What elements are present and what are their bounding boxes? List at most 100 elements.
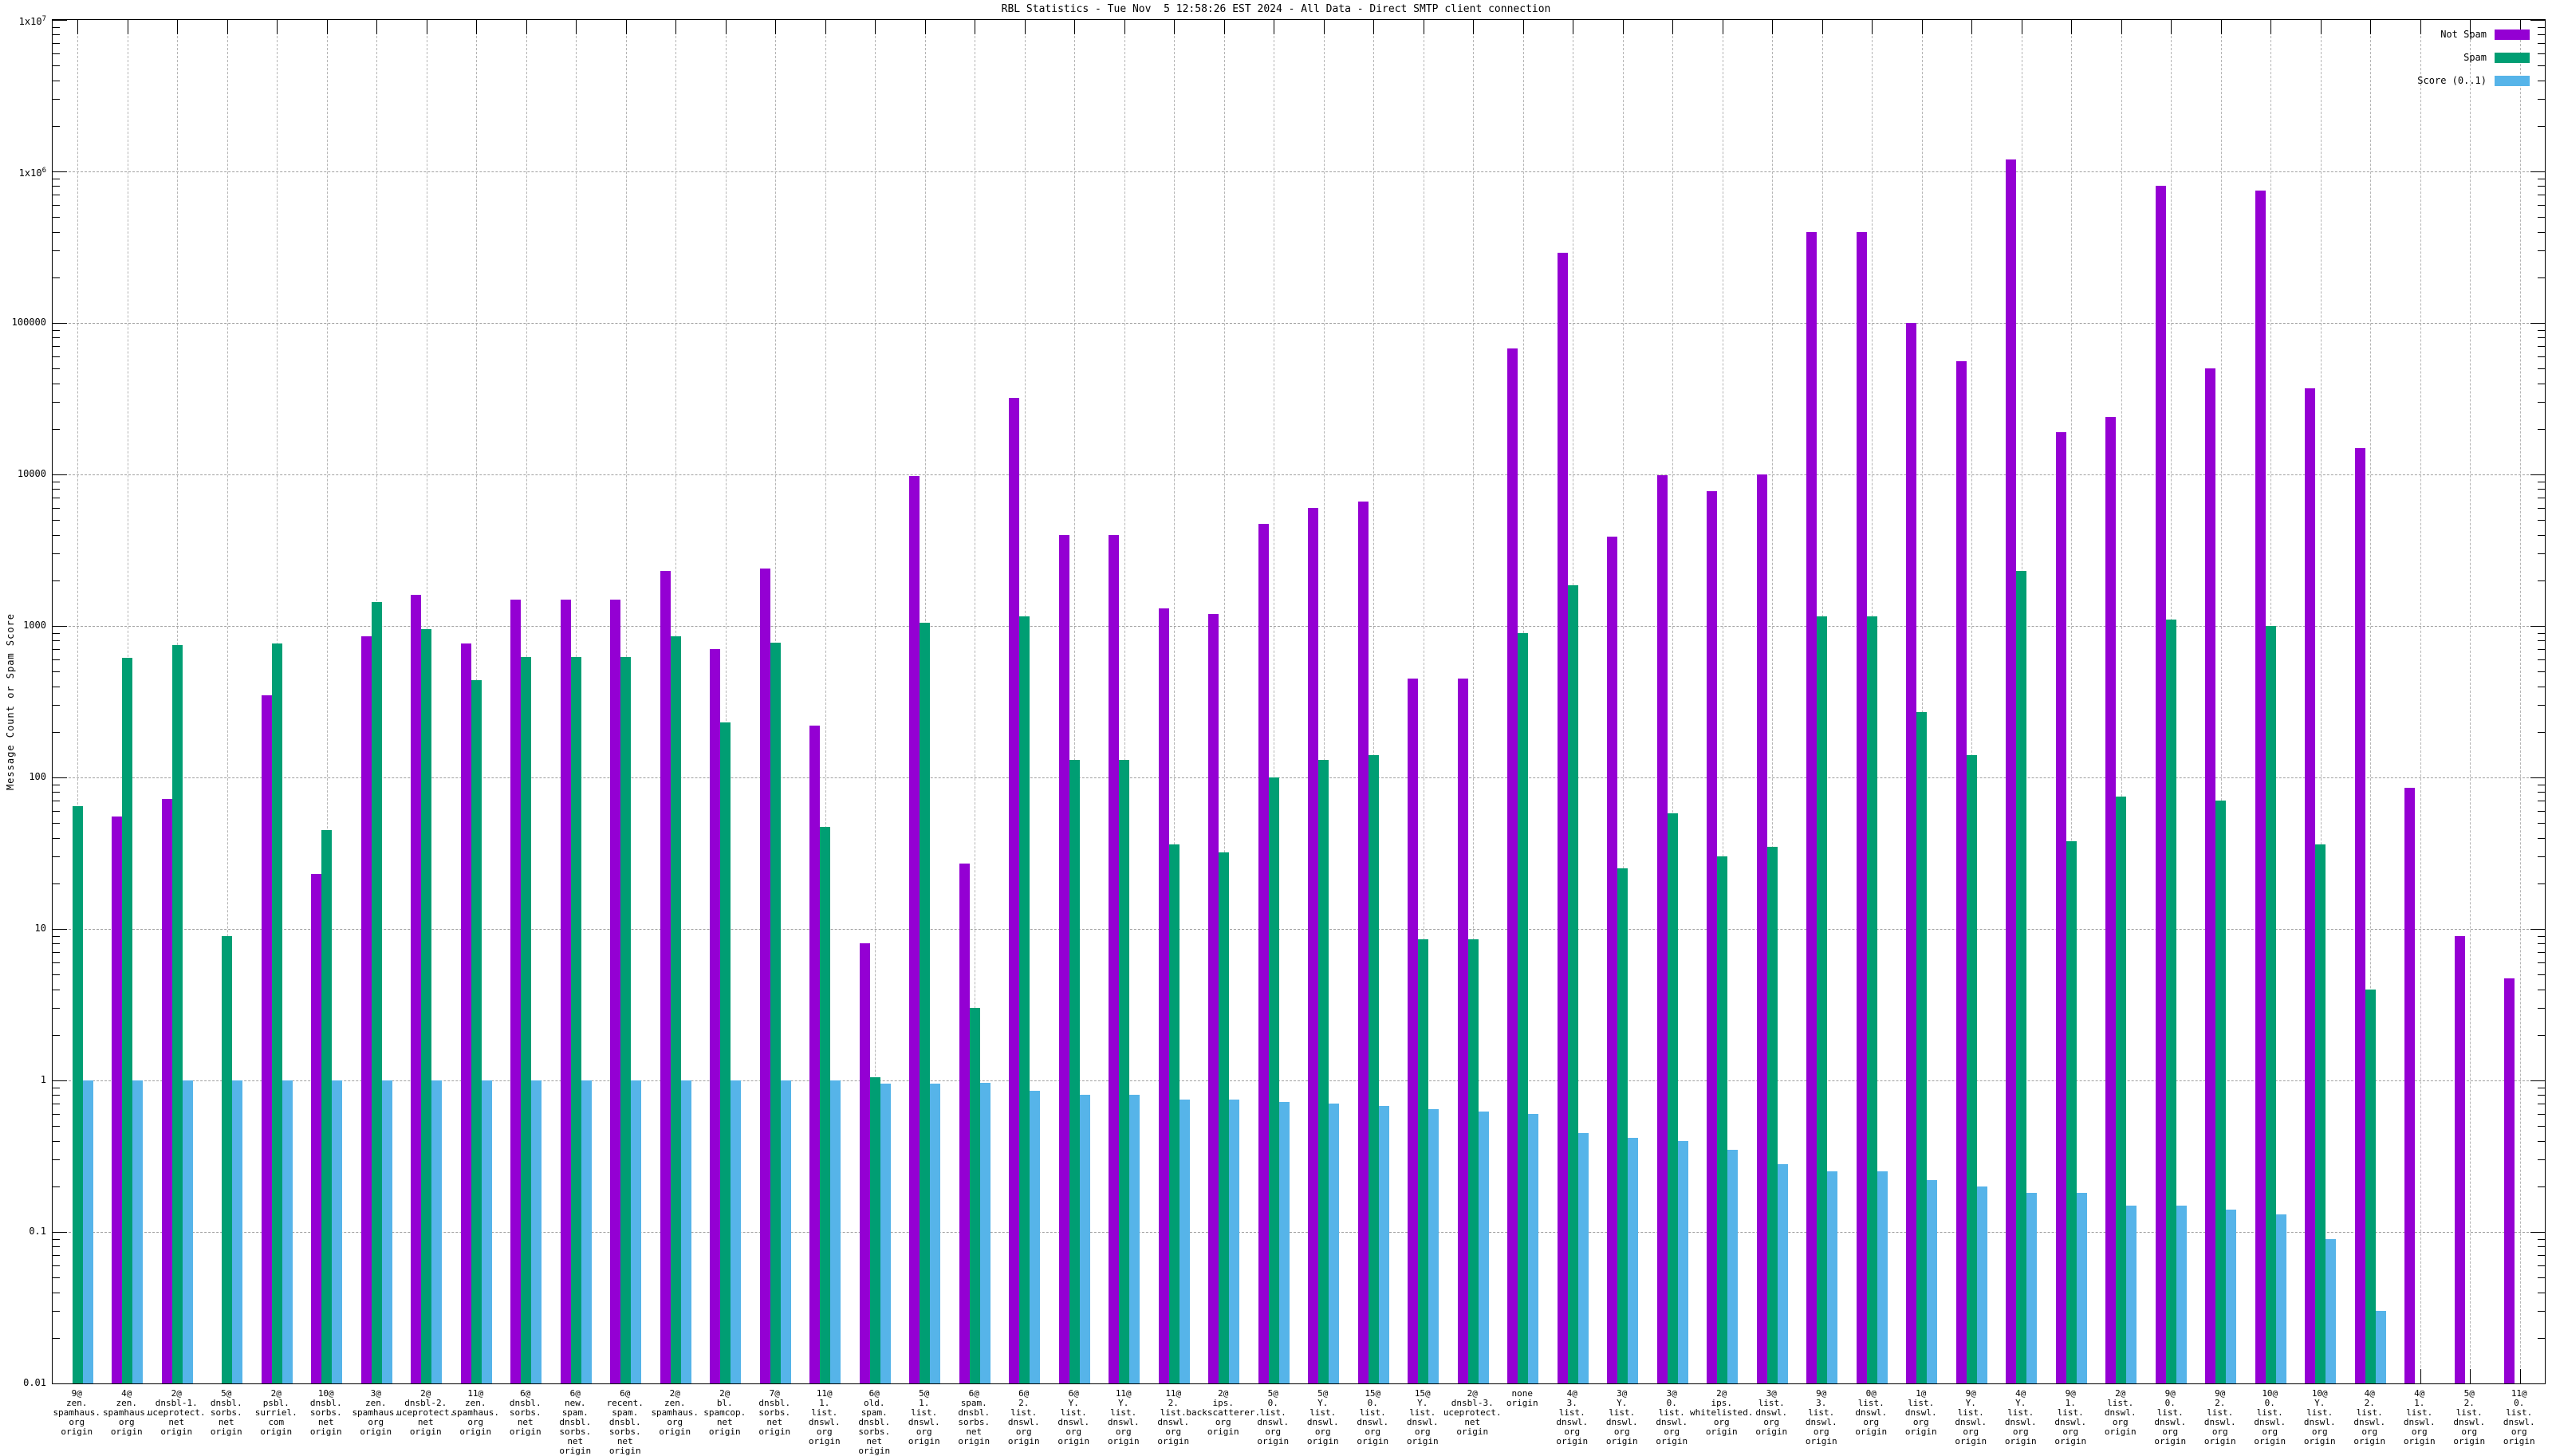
bar-not-spam: [2156, 186, 2166, 1383]
y-minor-tick: [53, 429, 60, 430]
y-minor-tick: [53, 65, 60, 66]
y-major-tick: [2530, 777, 2545, 778]
bar-not-spam: [561, 600, 571, 1383]
y-minor-tick: [53, 732, 60, 733]
y-minor-tick: [2538, 1338, 2545, 1339]
y-tick-label: 1000: [0, 620, 46, 630]
y-minor-tick: [53, 838, 60, 839]
y-minor-tick: [53, 250, 60, 251]
y-minor-tick: [2538, 217, 2545, 218]
bar-score-0-1-: [531, 1080, 542, 1383]
bar-not-spam: [959, 864, 970, 1383]
bar-spam: [2166, 620, 2176, 1383]
y-minor-tick: [2538, 732, 2545, 733]
y-minor-tick: [2538, 535, 2545, 536]
y-tick-label: 100000: [0, 317, 46, 327]
y-minor-tick: [53, 1035, 60, 1036]
bar-spam: [1468, 939, 1479, 1383]
bar-spam: [471, 680, 482, 1383]
bar-spam: [720, 722, 731, 1383]
y-tick-label: 0.01: [0, 1378, 46, 1387]
legend-entry: Score (0..1): [2417, 75, 2530, 86]
bar-not-spam: [112, 817, 122, 1383]
y-minor-tick: [53, 402, 60, 403]
bar-not-spam: [1857, 232, 1867, 1383]
bar-score-0-1-: [830, 1080, 841, 1383]
y-minor-tick: [2538, 43, 2545, 44]
y-minor-tick: [2538, 489, 2545, 490]
x-tick: [2270, 20, 2271, 34]
x-tick: [1772, 20, 1773, 34]
legend-swatch: [2495, 30, 2530, 40]
bar-spam: [1767, 847, 1778, 1383]
y-minor-tick: [2538, 205, 2545, 206]
y-minor-tick: [2538, 53, 2545, 54]
bar-score-0-1-: [1379, 1106, 1389, 1383]
y-minor-tick: [53, 671, 60, 672]
y-major-tick: [53, 474, 67, 475]
bar-spam: [372, 602, 382, 1383]
y-major-tick: [2530, 929, 2545, 930]
y-minor-tick: [2538, 330, 2545, 331]
y-minor-tick: [53, 1114, 60, 1115]
bar-score-0-1-: [1279, 1102, 1290, 1383]
bar-score-0-1-: [2226, 1210, 2236, 1383]
y-minor-tick: [2538, 346, 2545, 347]
x-tick: [1672, 20, 1673, 34]
x-gridline: [2520, 20, 2521, 1383]
bar-score-0-1-: [1727, 1150, 1738, 1383]
bar-not-spam: [1956, 361, 1967, 1383]
y-minor-tick: [53, 856, 60, 857]
bar-spam: [2066, 841, 2077, 1383]
bar-not-spam: [2305, 388, 2315, 1383]
y-minor-tick: [2538, 1035, 2545, 1036]
y-minor-tick: [53, 27, 60, 28]
bar-spam: [272, 643, 282, 1383]
y-major-tick: [2530, 20, 2545, 21]
x-tick: [2121, 20, 2122, 34]
bar-not-spam: [2355, 448, 2365, 1383]
y-major-tick: [2530, 1080, 2545, 1081]
bar-score-0-1-: [781, 1080, 791, 1383]
y-minor-tick: [2538, 580, 2545, 581]
x-tick: [327, 20, 328, 34]
y-minor-tick: [53, 962, 60, 963]
y-minor-tick: [53, 1311, 60, 1312]
bar-score-0-1-: [1329, 1104, 1339, 1383]
bar-spam: [820, 827, 830, 1383]
y-minor-tick: [53, 943, 60, 944]
y-minor-tick: [53, 1239, 60, 1240]
bar-spam: [1169, 844, 1180, 1383]
x-tick: [675, 20, 676, 34]
y-tick-label: 1x106: [0, 166, 46, 178]
bar-not-spam: [1757, 474, 1767, 1383]
bar-not-spam: [361, 636, 372, 1383]
x-tick: [2470, 1369, 2471, 1383]
bar-spam: [321, 830, 332, 1383]
bar-spam: [421, 629, 431, 1383]
y-minor-tick: [2538, 633, 2545, 634]
y-minor-tick: [2538, 1239, 2545, 1240]
bar-score-0-1-: [382, 1080, 392, 1383]
x-tick: [476, 20, 477, 34]
x-tick: [1174, 20, 1175, 34]
y-minor-tick: [2538, 277, 2545, 278]
y-minor-tick: [53, 368, 60, 369]
y-major-tick: [2530, 1383, 2545, 1384]
y-minor-tick: [53, 535, 60, 536]
y-major-tick: [2530, 323, 2545, 324]
x-gridline: [2420, 20, 2421, 1383]
y-tick-label: 10000: [0, 469, 46, 478]
x-tick: [875, 20, 876, 34]
bar-not-spam: [2205, 368, 2215, 1383]
bar-score-0-1-: [980, 1083, 990, 1383]
rbl-statistics-chart: RBL Statistics - Tue Nov 5 12:58:26 EST …: [0, 0, 2552, 1435]
bar-score-0-1-: [332, 1080, 342, 1383]
bar-score-0-1-: [581, 1080, 592, 1383]
y-minor-tick: [53, 1338, 60, 1339]
y-major-tick: [53, 929, 67, 930]
x-tick: [2171, 20, 2172, 34]
y-minor-tick: [53, 520, 60, 521]
y-minor-tick: [53, 1141, 60, 1142]
bar-not-spam: [2105, 417, 2116, 1383]
